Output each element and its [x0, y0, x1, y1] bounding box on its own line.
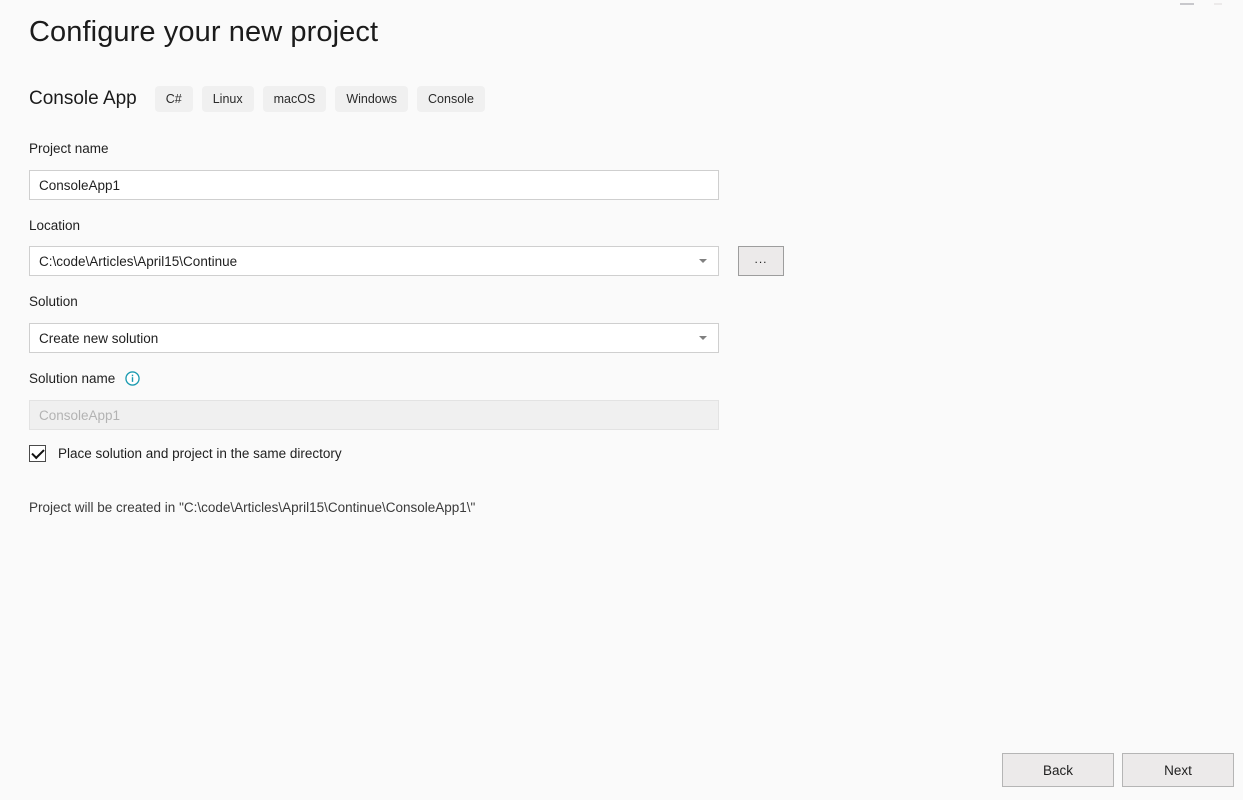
info-icon[interactable]	[125, 371, 140, 386]
solution-name-label: Solution name	[29, 371, 140, 387]
location-label: Location	[29, 218, 81, 233]
solution-label: Solution	[29, 294, 78, 309]
project-path-status: Project will be created in "C:\code\Arti…	[29, 500, 476, 515]
solution-name-input	[29, 400, 719, 430]
same-directory-label: Place solution and project in the same d…	[58, 446, 342, 461]
page-title: Configure your new project	[29, 16, 379, 48]
solution-value: Create new solution	[39, 330, 159, 346]
tag-windows: Windows	[335, 86, 409, 112]
minimize-icon[interactable]	[1180, 3, 1194, 5]
close-icon[interactable]	[1214, 3, 1222, 5]
tag-linux: Linux	[201, 86, 254, 112]
solution-combobox[interactable]: Create new solution	[29, 323, 719, 353]
tag-console: Console	[417, 86, 485, 112]
project-name-label: Project name	[29, 141, 109, 156]
chevron-down-icon[interactable]	[692, 259, 714, 263]
project-name-input[interactable]	[29, 170, 719, 200]
same-directory-checkbox-row[interactable]: Place solution and project in the same d…	[29, 445, 342, 462]
template-name: Console App	[29, 88, 137, 109]
location-value: C:\code\Articles\April15\Continue	[39, 253, 238, 269]
next-button[interactable]: Next	[1122, 753, 1234, 787]
chevron-down-icon[interactable]	[692, 336, 714, 340]
solution-name-label-text: Solution name	[29, 371, 116, 386]
tag-language: C#	[154, 86, 193, 112]
browse-location-button[interactable]: ...	[738, 246, 784, 276]
template-summary: Console App C# Linux macOS Windows Conso…	[29, 85, 494, 113]
same-directory-checkbox[interactable]	[29, 445, 46, 462]
tag-macos: macOS	[262, 86, 327, 112]
back-button[interactable]: Back	[1002, 753, 1114, 787]
location-combobox[interactable]: C:\code\Articles\April15\Continue	[29, 246, 719, 276]
configure-project-dialog: Configure your new project Console App C…	[0, 0, 1243, 800]
footer-buttons: Back Next	[1002, 753, 1234, 787]
check-icon	[30, 445, 45, 459]
window-controls	[1180, 0, 1243, 5]
